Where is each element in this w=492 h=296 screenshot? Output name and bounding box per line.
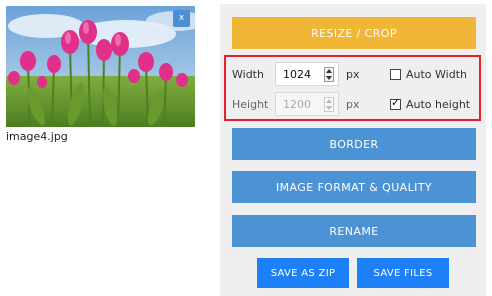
increment-icon[interactable] — [326, 99, 332, 103]
width-value: 1024 — [283, 68, 311, 81]
width-input[interactable]: 1024 — [275, 62, 339, 86]
width-label: Width — [232, 68, 264, 81]
decrement-icon[interactable] — [326, 76, 332, 80]
dimensions-section: Width 1024 px Auto Width Height 1200 px … — [224, 55, 481, 121]
image-filename: image4.jpg — [6, 130, 68, 143]
settings-panel: RESIZE / CROP Width 1024 px Auto Width H… — [220, 4, 486, 296]
save-files-button[interactable]: SAVE FILES — [357, 258, 449, 288]
resize-crop-button[interactable]: RESIZE / CROP — [232, 17, 476, 49]
height-stepper[interactable] — [324, 97, 334, 112]
width-unit: px — [346, 68, 360, 81]
image-thumbnail — [6, 6, 195, 127]
save-as-zip-button[interactable]: SAVE AS ZIP — [257, 258, 349, 288]
remove-image-button[interactable]: x — [173, 10, 190, 27]
border-button[interactable]: BORDER — [232, 128, 476, 160]
decrement-icon[interactable] — [326, 106, 332, 110]
checkmark-icon: ✓ — [391, 96, 401, 109]
auto-width-checkbox[interactable] — [390, 69, 401, 80]
auto-width-label[interactable]: Auto Width — [406, 68, 467, 81]
auto-height-checkbox[interactable]: ✓ — [390, 96, 401, 110]
height-label: Height — [232, 98, 269, 111]
height-input[interactable]: 1200 — [275, 92, 339, 116]
rename-button[interactable]: RENAME — [232, 215, 476, 247]
image-editor: x image4.jpg RESIZE / CROP Width 1024 px… — [0, 0, 492, 296]
increment-icon[interactable] — [326, 69, 332, 73]
height-unit: px — [346, 98, 360, 111]
image-format-quality-button[interactable]: IMAGE FORMAT & QUALITY — [232, 171, 476, 203]
tulip-field-image — [6, 6, 195, 127]
auto-height-label[interactable]: Auto height — [406, 98, 470, 111]
width-stepper[interactable] — [324, 67, 334, 82]
height-value: 1200 — [283, 98, 311, 111]
